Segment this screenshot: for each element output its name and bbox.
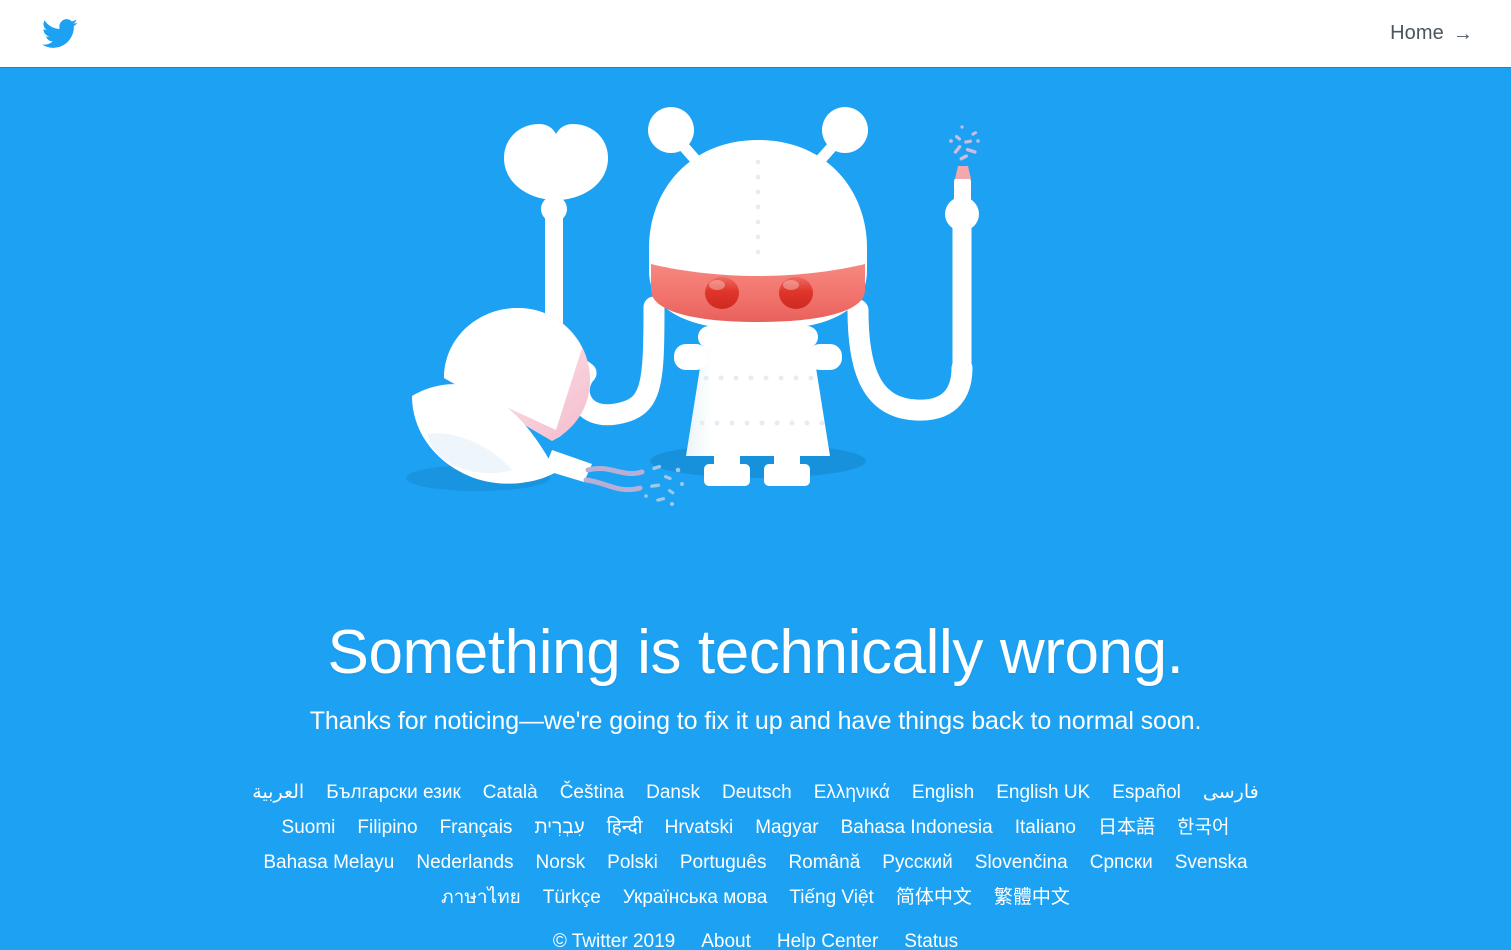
body-seam-dots-lower bbox=[699, 420, 824, 426]
language-link[interactable]: 日本語 bbox=[1098, 816, 1155, 840]
language-link[interactable]: Українська мова bbox=[623, 886, 768, 910]
language-link[interactable]: Español bbox=[1112, 781, 1181, 805]
home-link[interactable]: Home → bbox=[1390, 22, 1473, 45]
language-selector: العربية Български език Català Čeština Dansk D… bbox=[0, 781, 1511, 910]
language-link[interactable]: Ελληνικά bbox=[814, 781, 890, 805]
language-link[interactable]: Magyar bbox=[755, 816, 818, 840]
error-page-body: Something is technically wrong. Thanks f… bbox=[0, 68, 1511, 950]
arrow-right-icon: → bbox=[1452, 22, 1473, 45]
page-title: Something is technically wrong. bbox=[327, 618, 1184, 687]
language-link[interactable]: فارسی bbox=[1203, 781, 1259, 805]
language-link[interactable]: Polski bbox=[607, 851, 658, 875]
footer-link-about[interactable]: About bbox=[701, 930, 751, 950]
claw-right-pincer bbox=[555, 124, 608, 200]
robot-right-arm bbox=[847, 125, 980, 421]
language-link[interactable]: עִבְרִית bbox=[534, 816, 584, 840]
language-link[interactable]: हिन्दी bbox=[607, 816, 643, 840]
footer-link-status[interactable]: Status bbox=[904, 930, 958, 950]
language-row: Suomi Filipino Français עִבְרִית हिन्दी Hrvat… bbox=[140, 816, 1371, 840]
tool-tip bbox=[954, 166, 971, 179]
claw-left-pincer bbox=[503, 124, 556, 200]
language-link[interactable]: ภาษาไทย bbox=[441, 886, 521, 910]
page-footer: © Twitter 2019 About Help Center Status bbox=[0, 930, 1511, 950]
antenna-left-bulb bbox=[647, 107, 694, 153]
language-link[interactable]: Bahasa Melayu bbox=[263, 851, 394, 875]
language-link[interactable]: Português bbox=[680, 851, 767, 875]
language-link[interactable]: Čeština bbox=[560, 781, 624, 805]
language-link[interactable]: Català bbox=[483, 781, 538, 805]
language-row: العربية Български език Català Čeština Dansk D… bbox=[140, 781, 1371, 805]
language-link[interactable]: 한국어 bbox=[1177, 816, 1229, 840]
antenna-right-bulb bbox=[821, 107, 868, 153]
twitter-bird-logo bbox=[42, 18, 78, 49]
tool-shaft bbox=[953, 176, 971, 212]
language-link[interactable]: 简体中文 bbox=[896, 886, 972, 910]
copyright-notice: © Twitter 2019 bbox=[552, 931, 676, 950]
language-link[interactable]: Hrvatski bbox=[665, 816, 734, 840]
language-row: Bahasa Melayu Nederlands Norsk Polski Portug… bbox=[140, 851, 1371, 875]
language-link[interactable]: Română bbox=[788, 851, 860, 875]
language-row: ภาษาไทย Türkçe Українська мова Tiếng Việt 简体… bbox=[140, 886, 1371, 910]
robot-foot-left bbox=[703, 464, 750, 486]
twitter-logo-link[interactable] bbox=[42, 18, 78, 49]
footer-link-help-center[interactable]: Help Center bbox=[777, 930, 878, 950]
language-link[interactable]: Svenska bbox=[1175, 851, 1248, 875]
language-link[interactable]: English UK bbox=[996, 781, 1090, 805]
sphere-spark-bits bbox=[643, 464, 684, 506]
language-link[interactable]: Français bbox=[440, 816, 513, 840]
language-link[interactable]: 繁體中文 bbox=[994, 886, 1070, 910]
broken-robot-illustration bbox=[405, 78, 1106, 533]
language-link[interactable]: Русский bbox=[882, 851, 953, 875]
page-header: Home → bbox=[0, 0, 1511, 68]
language-link[interactable]: Nederlands bbox=[416, 851, 513, 875]
language-link[interactable]: Norsk bbox=[536, 851, 586, 875]
language-link[interactable]: Filipino bbox=[357, 816, 417, 840]
language-link[interactable]: Türkçe bbox=[543, 886, 601, 910]
language-link[interactable]: Deutsch bbox=[722, 781, 792, 805]
sphere-wires bbox=[583, 466, 644, 493]
language-link[interactable]: English bbox=[912, 781, 974, 805]
page-subtitle: Thanks for noticing—we're going to fix i… bbox=[309, 707, 1202, 736]
language-link[interactable]: Suomi bbox=[282, 816, 336, 840]
language-link[interactable]: Српски bbox=[1090, 851, 1153, 875]
home-link-label: Home bbox=[1390, 22, 1444, 44]
language-link[interactable]: Bahasa Indonesia bbox=[841, 816, 993, 840]
spark-cluster bbox=[948, 125, 980, 161]
language-link[interactable]: Italiano bbox=[1015, 816, 1076, 840]
language-link[interactable]: Български език bbox=[326, 781, 461, 805]
error-message-block: Something is technically wrong. Thanks f… bbox=[0, 616, 1511, 736]
language-link[interactable]: Tiếng Việt bbox=[789, 886, 874, 910]
language-link[interactable]: Slovenčina bbox=[975, 851, 1068, 875]
robot-foot-right bbox=[763, 464, 810, 486]
language-link[interactable]: العربية bbox=[252, 781, 304, 805]
robot-head bbox=[648, 140, 867, 350]
language-link[interactable]: Dansk bbox=[646, 781, 700, 805]
